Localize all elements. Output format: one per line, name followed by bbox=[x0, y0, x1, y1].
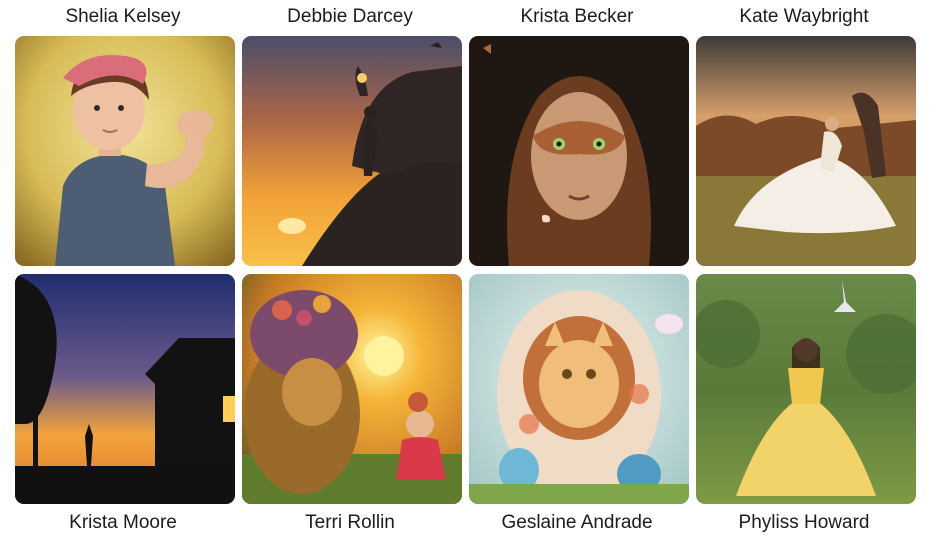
artwork-tile-dusk-house[interactable] bbox=[15, 274, 235, 504]
artist-name-geslaine-andrade: Geslaine Andrade bbox=[501, 512, 653, 533]
artwork-elephant-sunset-image bbox=[242, 36, 462, 266]
artwork-tile-kitten-egg[interactable] bbox=[469, 274, 689, 504]
artist-name-phyliss-howard: Phyliss Howard bbox=[738, 512, 870, 533]
artwork-tile-yellow-gown[interactable] bbox=[696, 274, 916, 504]
artwork-gown-horse-image bbox=[696, 36, 916, 266]
artwork-tile-elephant-sunset[interactable] bbox=[242, 36, 462, 266]
artwork-yellow-gown-image bbox=[696, 274, 916, 504]
artwork-lion-fairy-image bbox=[242, 274, 462, 504]
artist-name-terri-rollin: Terri Rollin bbox=[305, 512, 395, 533]
artwork-tile-lion-fairy[interactable] bbox=[242, 274, 462, 504]
artist-name-krista-moore: Krista Moore bbox=[69, 512, 177, 533]
artist-name-kate-waybright: Kate Waybright bbox=[739, 6, 869, 27]
artwork-tile-girl-flexing[interactable] bbox=[15, 36, 235, 266]
artwork-butterfly-girl-image bbox=[469, 36, 689, 266]
artwork-tile-butterfly-girl[interactable] bbox=[469, 36, 689, 266]
artwork-dusk-house-image bbox=[15, 274, 235, 504]
artwork-tile-gown-horse[interactable] bbox=[696, 36, 916, 266]
artist-name-debbie-darcey: Debbie Darcey bbox=[287, 6, 413, 27]
artwork-kitten-egg-image bbox=[469, 274, 689, 504]
artwork-girl-flexing-image bbox=[15, 36, 235, 266]
artist-name-krista-becker: Krista Becker bbox=[520, 6, 634, 27]
artist-name-shelia-kelsey: Shelia Kelsey bbox=[65, 6, 181, 27]
